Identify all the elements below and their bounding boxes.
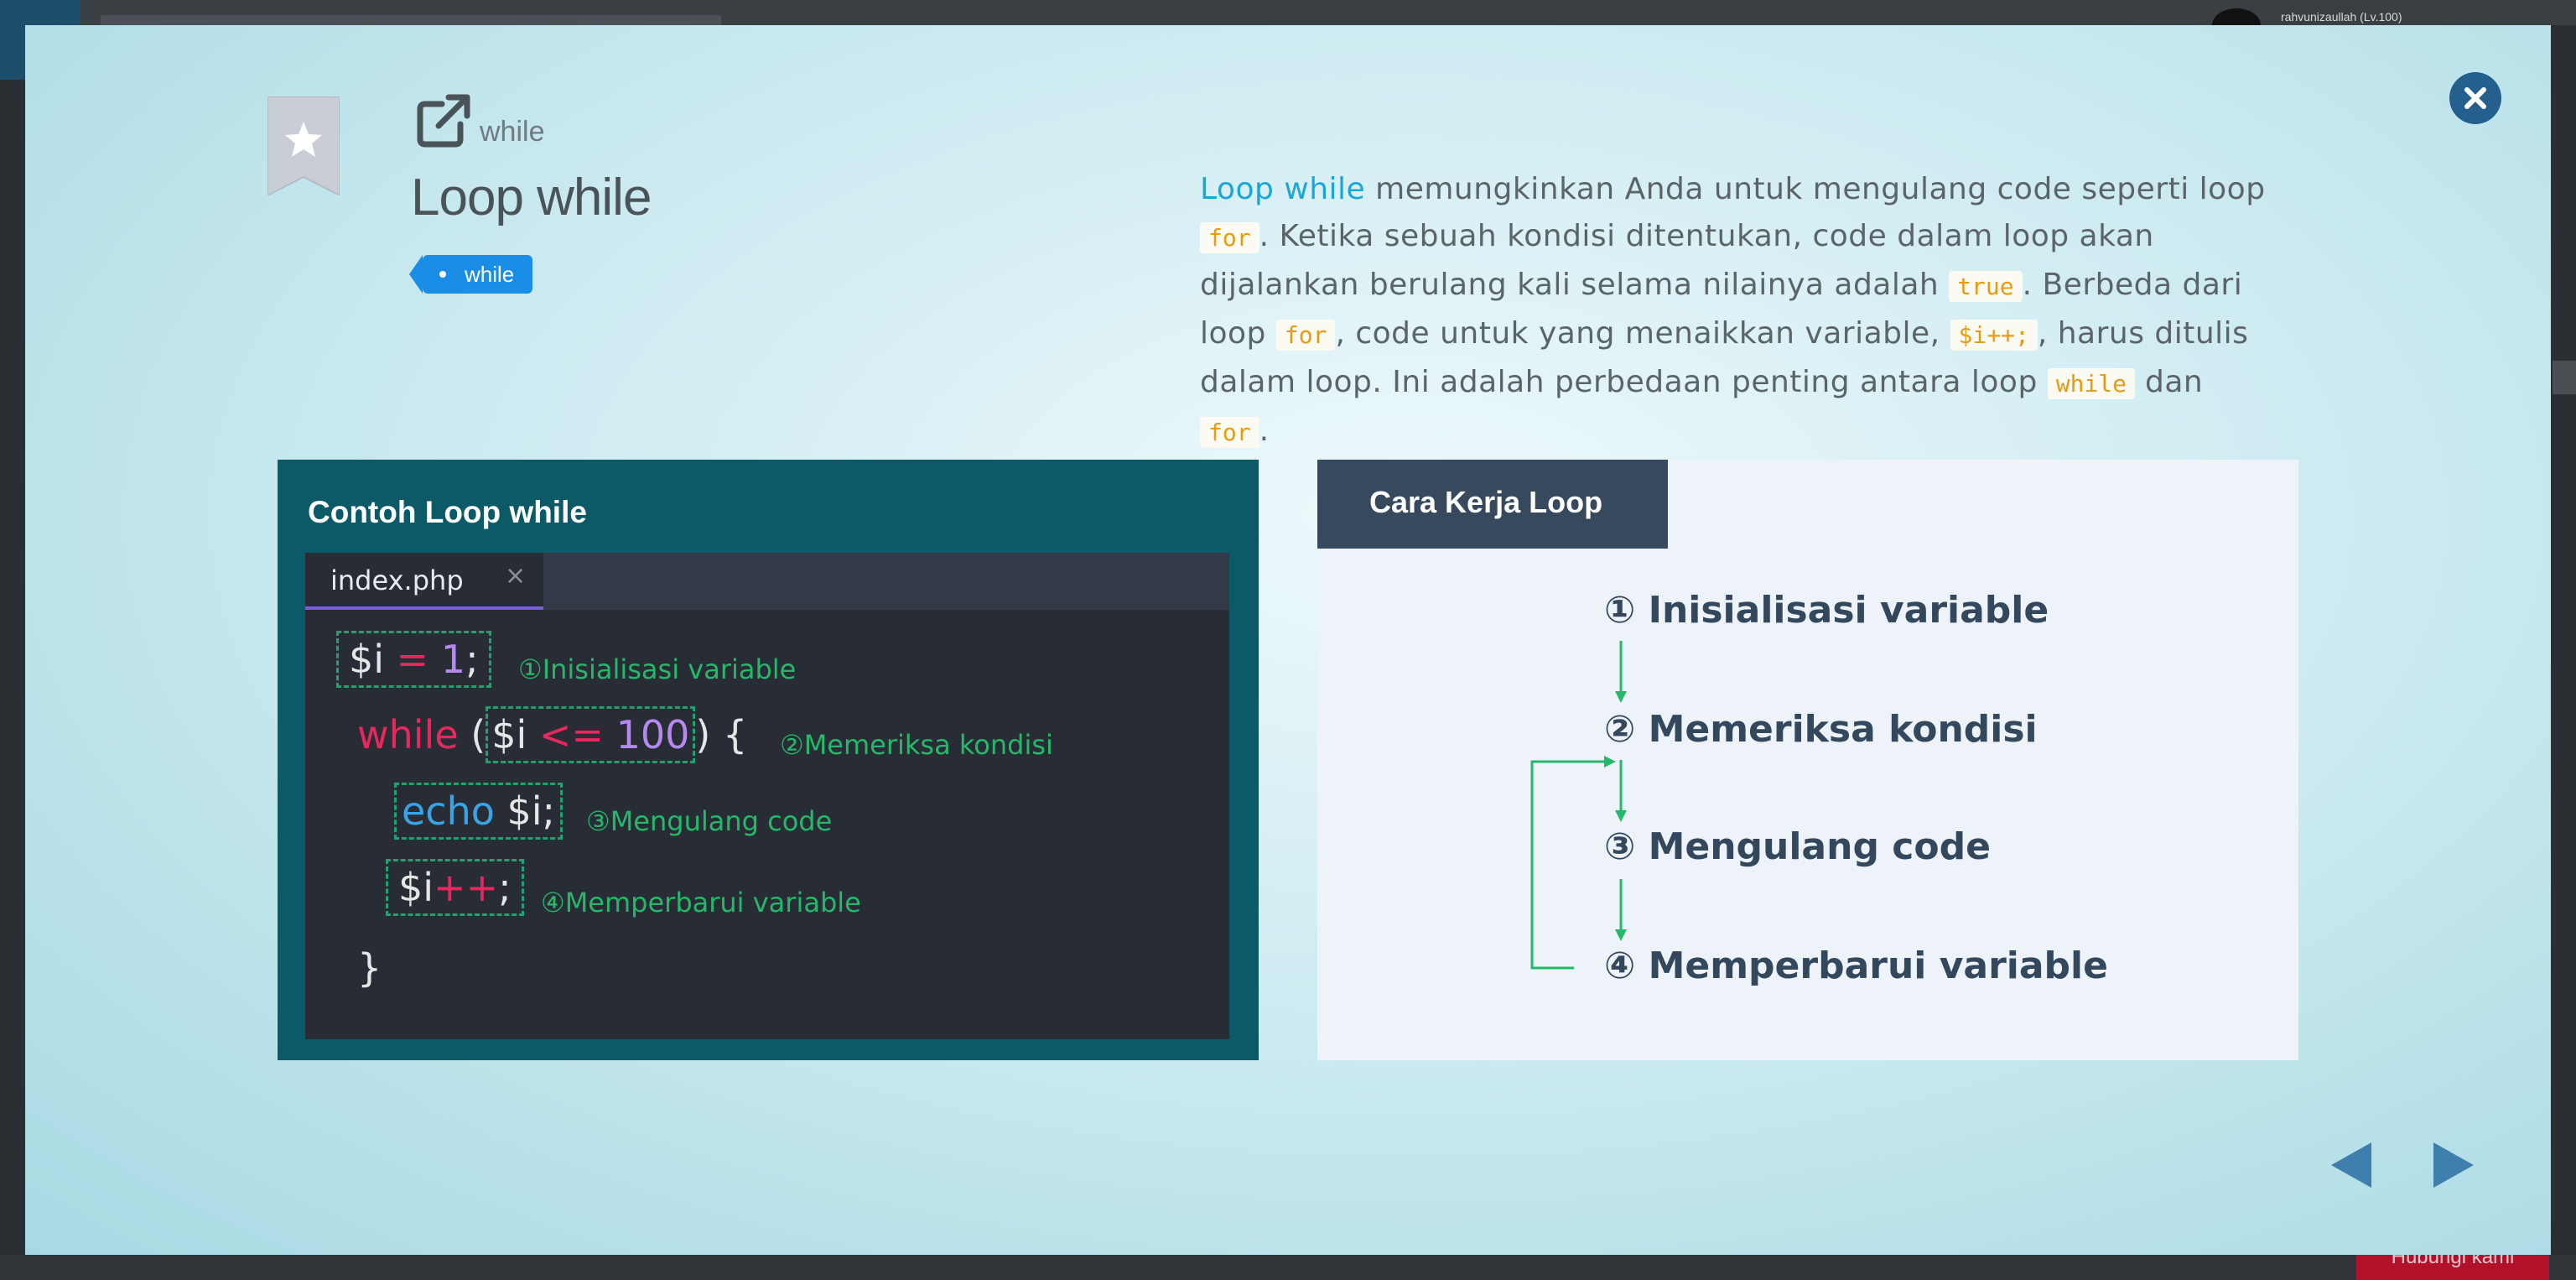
inline-code: for	[1275, 320, 1336, 351]
code-token: ) {	[695, 712, 748, 757]
inline-code: true	[1949, 271, 2023, 302]
code-token: echo	[402, 788, 495, 834]
code-token: ++	[434, 865, 499, 910]
close-button[interactable]	[2449, 72, 2501, 124]
app-bottom-bar	[0, 1255, 2576, 1280]
code-echo-box: echo $i;	[394, 783, 564, 840]
code-note-4: ④Memperbarui variable	[541, 887, 861, 918]
triangle-left-icon[interactable]	[2329, 1141, 2373, 1189]
flow-step-4: ④ Memperbarui variable	[1604, 944, 2108, 987]
code-token: $i;	[494, 788, 556, 834]
inline-code: $i++;	[1950, 320, 2038, 351]
triangle-right-icon[interactable]	[2432, 1141, 2475, 1189]
code-token: $i	[491, 712, 527, 757]
code-token: ;	[498, 865, 512, 910]
inline-code: for	[1200, 222, 1259, 253]
description-highlight[interactable]: Loop while	[1200, 172, 1365, 206]
editor-tabbar: index.php ×	[305, 553, 1229, 610]
code-token: ;	[465, 637, 479, 682]
code-line-4: $i++;	[386, 859, 524, 916]
code-token: $i	[349, 637, 385, 682]
editor-tab[interactable]: index.php ×	[305, 553, 543, 610]
flow-step-3: ③ Mengulang code	[1604, 825, 1991, 868]
code-line-2: while ($i <= 100) {	[357, 706, 748, 763]
flow-header: Cara Kerja Loop	[1317, 460, 1668, 549]
inline-code: while	[2047, 368, 2136, 399]
code-token: <=	[527, 712, 616, 757]
code-token: 1	[440, 637, 466, 682]
code-note-2: ②Memeriksa kondisi	[780, 729, 1053, 761]
tag-dot-icon	[439, 271, 446, 278]
description-part: , code untuk yang menaikkan variable,	[1335, 316, 1950, 351]
code-note-3: ③Mengulang code	[586, 805, 833, 837]
close-icon	[2464, 87, 2486, 109]
user-label[interactable]: rahvunizaullah (Lv.100)	[2281, 10, 2402, 23]
loop-flow-panel: Cara Kerja Loop ① Inisialisasi variable …	[1317, 460, 2298, 1060]
code-token: while	[357, 712, 459, 757]
code-example-panel: Contoh Loop while index.php × $i = 1; ①I…	[278, 460, 1259, 1060]
loop-back-arrow-icon	[1530, 756, 1616, 970]
flow-step-2: ② Memeriksa kondisi	[1604, 708, 2038, 751]
bookmark-star-icon[interactable]	[267, 96, 340, 195]
scroll-thumb[interactable]	[2553, 361, 2576, 394]
description-part: .	[1259, 414, 1270, 448]
code-editor: index.php × $i = 1; ①Inisialisasi variab…	[305, 553, 1229, 1039]
glossary-modal: while Loop while while Loop while memung…	[25, 25, 2551, 1255]
tag-badge[interactable]: while	[408, 255, 533, 294]
description-part: dan	[2135, 365, 2204, 399]
code-line-1: $i = 1;	[336, 631, 491, 688]
flow-step-1: ① Inisialisasi variable	[1604, 589, 2049, 632]
page-title: Loop while	[411, 169, 652, 226]
flow-header-label: Cara Kerja Loop	[1369, 485, 1603, 519]
flow-arrow-icon	[1615, 641, 1627, 703]
code-init-box: $i = 1;	[336, 631, 491, 688]
code-token: (	[458, 712, 486, 757]
code-token: $i	[398, 865, 434, 910]
code-note-1: ①Inisialisasi variable	[518, 653, 797, 685]
tag-label: while	[465, 262, 515, 287]
tab-close-icon[interactable]: ×	[505, 561, 526, 591]
code-token: 100	[615, 712, 690, 757]
keyword-label: while	[480, 116, 545, 148]
code-panel-title: Contoh Loop while	[308, 495, 587, 529]
code-line-3: echo $i;	[394, 783, 564, 840]
code-token: =	[384, 637, 441, 682]
code-line-5: }	[357, 945, 382, 991]
description-text: Loop while memungkinkan Anda untuk mengu…	[1200, 166, 2273, 456]
editor-tab-label: index.php	[330, 565, 464, 596]
inline-code: for	[1200, 417, 1259, 448]
external-link-icon[interactable]	[413, 92, 472, 151]
code-condition-box: $i <= 100	[486, 706, 696, 763]
description-part: memungkinkan Anda untuk mengulang code s…	[1365, 172, 2266, 206]
code-increment-box: $i++;	[386, 859, 524, 916]
